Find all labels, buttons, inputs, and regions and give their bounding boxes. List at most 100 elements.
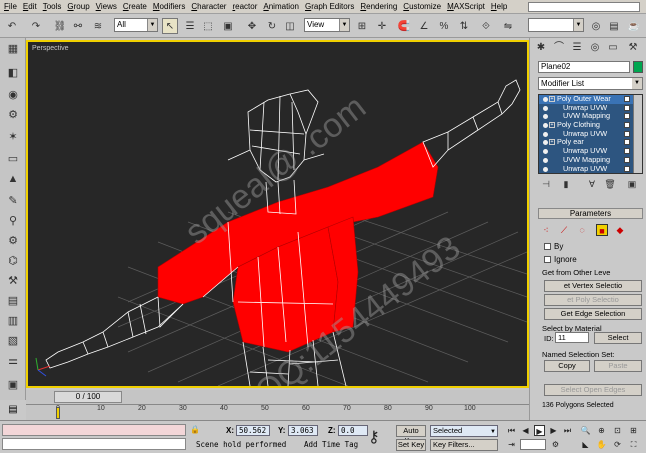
- render-setup-icon[interactable]: ▤: [606, 18, 622, 34]
- constraint-tab-icon[interactable]: ⚌: [5, 354, 21, 368]
- edge-icon[interactable]: ⟋: [558, 224, 570, 236]
- x-coordinate-field[interactable]: 50.562: [236, 425, 270, 436]
- utilities-tab-icon[interactable]: ⚒: [626, 41, 640, 55]
- maximize-viewport-icon[interactable]: ⛶: [628, 439, 639, 450]
- checkbox-icon[interactable]: [624, 130, 630, 137]
- expand-icon[interactable]: +: [549, 122, 555, 129]
- make-unique-icon[interactable]: ∀: [586, 178, 598, 190]
- time-config-icon[interactable]: ⚙: [550, 439, 561, 450]
- snap-toggle-icon[interactable]: 🧲: [396, 18, 412, 34]
- lightbulb-icon[interactable]: [543, 105, 548, 111]
- perspective-viewport[interactable]: Perspective squeal@ .com QQ:1154449493: [26, 40, 529, 388]
- named-selection-icon[interactable]: ⟐: [478, 18, 494, 34]
- element-icon[interactable]: ◆: [614, 224, 626, 236]
- lightbulb-icon[interactable]: [543, 149, 548, 155]
- modify-tab-icon[interactable]: ⌒: [552, 41, 566, 55]
- auto-key-button[interactable]: Auto Key: [396, 425, 426, 445]
- display-tab-icon[interactable]: ⌬: [5, 254, 21, 268]
- helpers-tab-icon[interactable]: ▲: [5, 172, 21, 186]
- lightbulb-icon[interactable]: [543, 114, 548, 120]
- checkbox-icon[interactable]: [624, 122, 630, 129]
- lights-tab-icon[interactable]: ◉: [5, 88, 21, 102]
- select-object-icon[interactable]: ↖: [162, 18, 178, 34]
- rotate-icon[interactable]: ↻: [264, 18, 280, 34]
- pin-stack-icon[interactable]: ⊣: [540, 178, 552, 190]
- material-editor-icon[interactable]: ◎: [588, 18, 604, 34]
- get-poly-selection-button[interactable]: et Poly Selectio: [544, 294, 642, 306]
- compound-tab-icon[interactable]: ▭: [5, 152, 21, 166]
- lightbulb-icon[interactable]: [543, 97, 548, 102]
- select-manipulate-icon[interactable]: ✛: [374, 18, 390, 34]
- window-crossing-icon[interactable]: ▣: [220, 18, 236, 34]
- zoom-extents-all-icon[interactable]: ⊞: [628, 425, 639, 436]
- zoom-icon[interactable]: 🔍: [580, 425, 591, 436]
- arc-rotate-icon[interactable]: ⟳: [612, 439, 623, 450]
- cloth-tab-icon[interactable]: ▥: [5, 314, 21, 328]
- previous-frame-icon[interactable]: ◀: [520, 425, 531, 436]
- menu-maxscript[interactable]: MAXScript: [447, 2, 485, 11]
- objects-tab-icon[interactable]: ▦: [5, 42, 21, 56]
- menu-views[interactable]: Views: [96, 2, 117, 11]
- checkbox-icon[interactable]: [624, 148, 630, 155]
- zoom-all-icon[interactable]: ⊕: [596, 425, 607, 436]
- lock-selection-icon[interactable]: 🔒: [190, 425, 200, 435]
- go-to-end-icon[interactable]: ⏭: [562, 425, 573, 436]
- checkbox-icon[interactable]: [624, 113, 630, 120]
- get-edge-selection-button[interactable]: Get Edge Selection: [544, 308, 642, 320]
- expand-icon[interactable]: +: [549, 96, 555, 102]
- create-tab-icon[interactable]: ✱: [534, 41, 548, 55]
- track-bar[interactable]: 0 10 20 30 40 50 60 70 80 90 100: [26, 404, 529, 420]
- stack-scrollbar[interactable]: [633, 95, 642, 173]
- shapes-tab-icon[interactable]: ◧: [5, 66, 21, 80]
- next-frame-icon[interactable]: ▶: [548, 425, 559, 436]
- region-select-icon[interactable]: ⬚: [200, 18, 216, 34]
- select-open-edges-button[interactable]: Select Open Edges: [544, 384, 642, 396]
- get-vertex-selection-button[interactable]: et Vertex Selectio: [544, 280, 642, 292]
- move-icon[interactable]: ✥: [244, 18, 260, 34]
- object-name-field[interactable]: Plane02: [538, 61, 630, 73]
- pan-icon[interactable]: ✋: [596, 439, 607, 450]
- menu-character[interactable]: Character: [191, 2, 226, 11]
- checkbox-icon[interactable]: [624, 139, 630, 146]
- select-by-id-button[interactable]: Select: [594, 332, 642, 344]
- vertex-icon[interactable]: ⁖: [540, 224, 552, 236]
- lightbulb-icon[interactable]: [543, 166, 548, 172]
- polygon-icon[interactable]: ■: [596, 224, 608, 236]
- unlink-icon[interactable]: ⚯: [70, 18, 86, 34]
- expand-icon[interactable]: +: [549, 139, 555, 146]
- ignore-backfacing-checkbox[interactable]: Ignore: [544, 255, 644, 265]
- key-filters-button[interactable]: Key Filters...: [430, 439, 498, 451]
- menu-file[interactable]: File: [4, 2, 17, 11]
- spinner-snap-icon[interactable]: ⇅: [456, 18, 472, 34]
- lightbulb-icon[interactable]: [543, 131, 548, 137]
- maxscript-listener-input[interactable]: [2, 438, 186, 450]
- by-vertex-checkbox[interactable]: By: [544, 242, 644, 252]
- time-slider[interactable]: 0 / 100: [54, 391, 122, 403]
- menu-animation[interactable]: Animation: [263, 2, 299, 11]
- redo-icon[interactable]: ↷: [28, 18, 44, 34]
- scale-icon[interactable]: ◫: [282, 18, 298, 34]
- key-selection-dropdown[interactable]: Selected ▼: [430, 425, 498, 437]
- checkbox-icon[interactable]: [624, 96, 630, 102]
- menu-customize[interactable]: Customize: [403, 2, 441, 11]
- hierarchy-tab-icon[interactable]: ☰: [570, 41, 584, 55]
- modifier-list-dropdown[interactable]: Modifier List ▼: [538, 77, 643, 90]
- zoom-extents-icon[interactable]: ⊡: [612, 425, 623, 436]
- undo-icon[interactable]: ↶: [4, 18, 20, 34]
- menu-create[interactable]: Create: [123, 2, 147, 11]
- show-end-result-icon[interactable]: ▮: [560, 178, 572, 190]
- border-icon[interactable]: ◌: [576, 224, 588, 236]
- checkbox-icon[interactable]: [624, 156, 630, 163]
- hierarchy-tab-icon[interactable]: ⚲: [5, 214, 21, 228]
- lightbulb-icon[interactable]: [543, 157, 548, 163]
- display-tab-icon[interactable]: ▭: [606, 41, 620, 55]
- modifiers-tab-icon[interactable]: ✎: [5, 194, 21, 208]
- z-coordinate-field[interactable]: 0.0: [338, 425, 368, 436]
- maxscript-listener-output[interactable]: [2, 424, 186, 436]
- stack-item[interactable]: Unwrap UVW: [539, 129, 642, 139]
- selection-filter-dropdown[interactable]: All ▼: [114, 18, 158, 32]
- key-icon[interactable]: ⚷: [368, 427, 380, 447]
- particles-tab-icon[interactable]: ✶: [5, 130, 21, 144]
- menu-modifiers[interactable]: Modifiers: [153, 2, 185, 11]
- rigid-body-tab-icon[interactable]: ▧: [5, 334, 21, 348]
